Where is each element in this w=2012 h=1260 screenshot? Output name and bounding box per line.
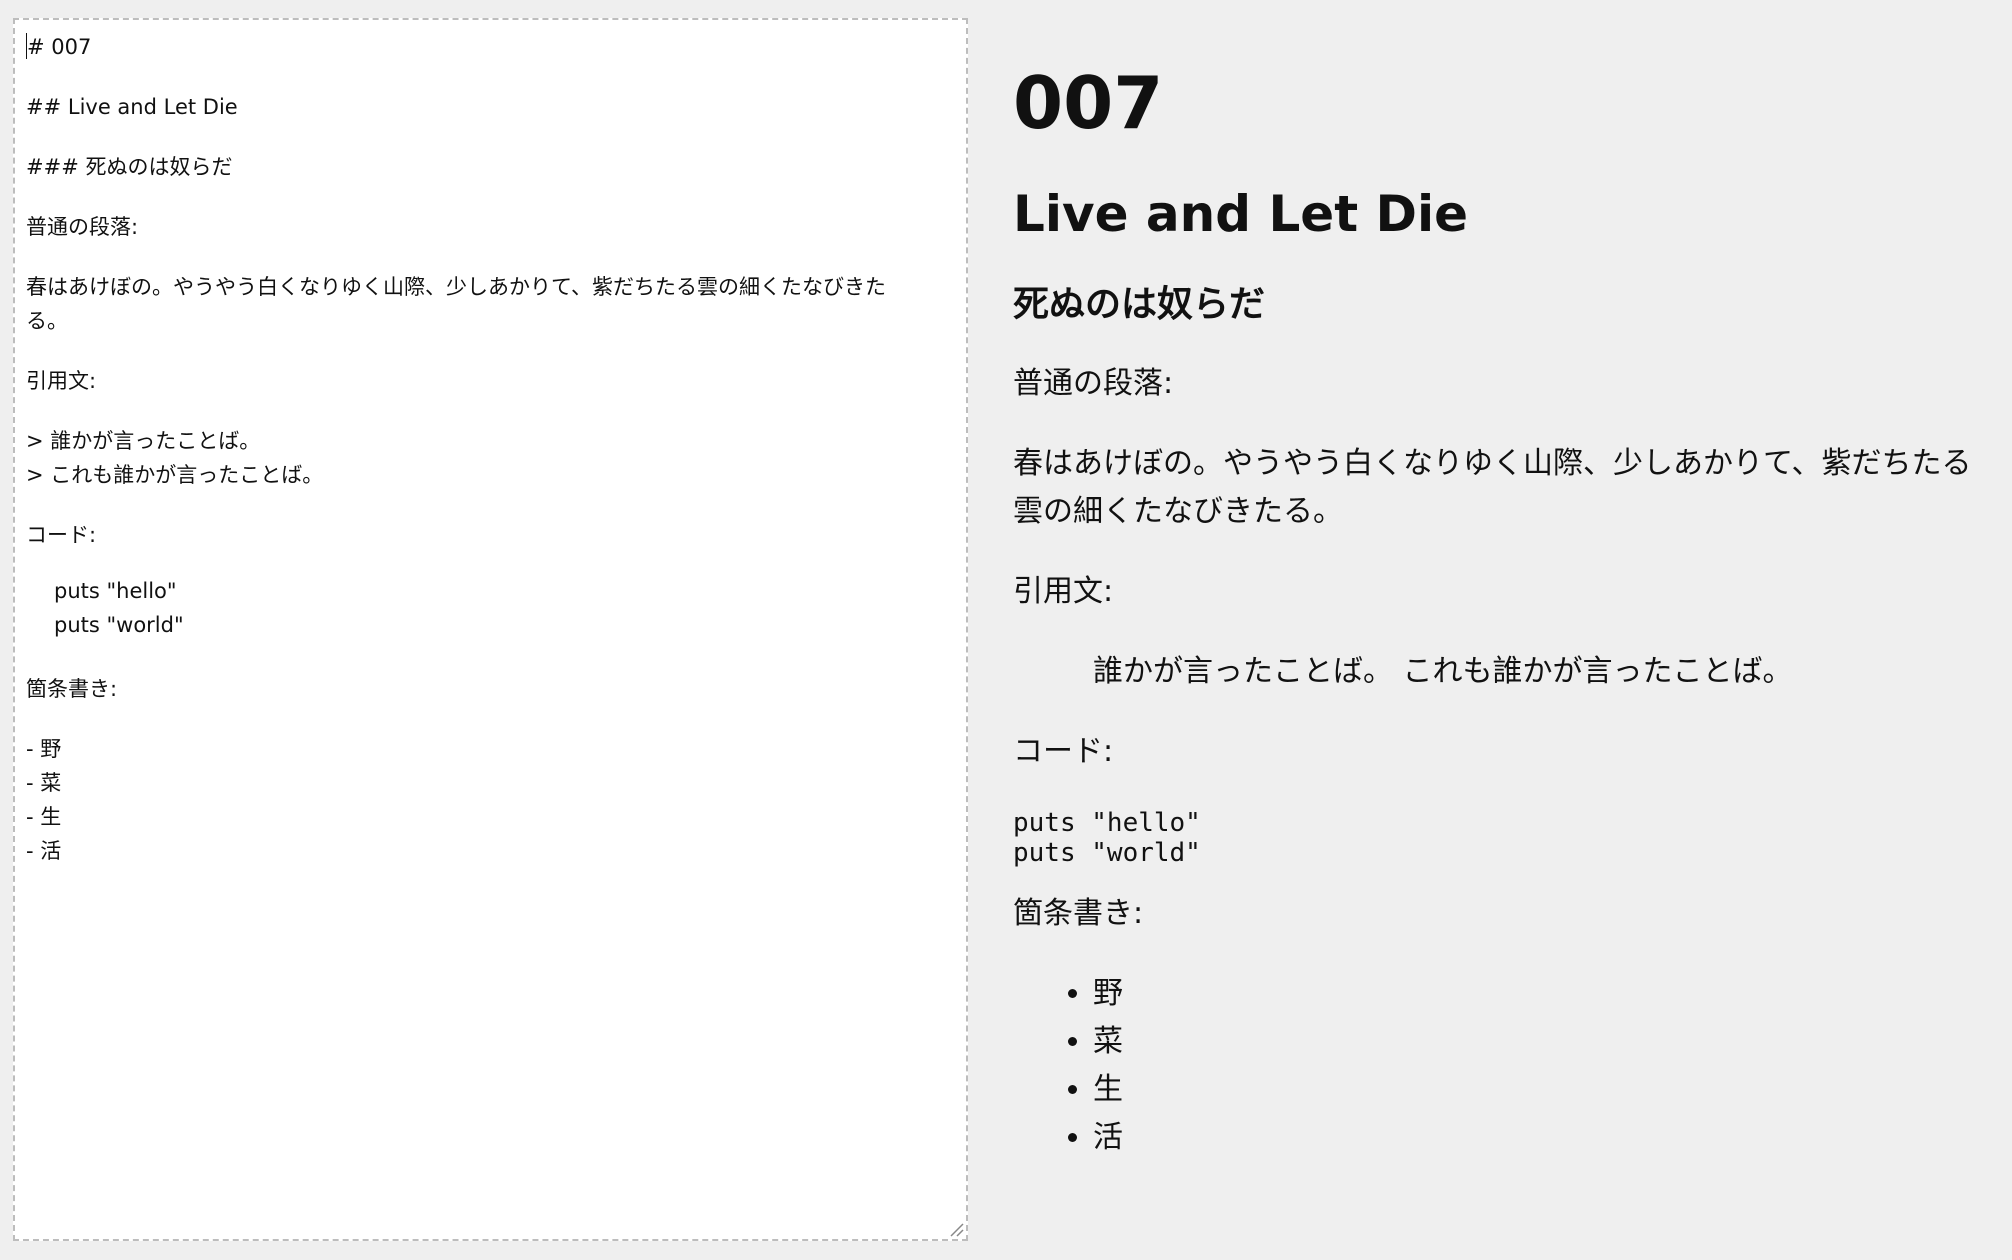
- editor-line-h1: # 007: [26, 30, 955, 64]
- preview-para-label: 普通の段落:: [1013, 366, 1174, 401]
- editor-line-list-label: 箇条書き:: [26, 677, 118, 701]
- preview-bullet-list: 野 菜 生 活: [1013, 970, 1988, 1162]
- editor-line-quote-1: > 誰かが言ったことば。: [26, 429, 261, 453]
- preview-quote-label: 引用文:: [1013, 574, 1114, 609]
- editor-line-list-item: - 菜: [26, 771, 62, 795]
- editor-line-list-item: - 生: [26, 805, 62, 829]
- resize-grip-icon[interactable]: [948, 1221, 964, 1237]
- preview-code-block: puts "hello" puts "world": [1013, 808, 1201, 868]
- editor-line-code-2: puts "world": [54, 613, 184, 637]
- preview-code-label: コード:: [1013, 734, 1114, 769]
- editor-line-list-item: - 活: [26, 839, 62, 863]
- editor-line-h1-text: # 007: [27, 35, 92, 59]
- preview-heading-1: 007: [1013, 61, 1164, 145]
- editor-line-code-1: puts "hello": [54, 579, 177, 603]
- editor-line-quote-2: > これも誰かが言ったことば。: [26, 463, 324, 487]
- editor-line-h3: ### 死ぬのは奴らだ: [26, 155, 233, 179]
- preview-paragraph: 春はあけぼの。やうやう白くなりゆく山際、少しあかりて、紫だちたる雲の細くたなびき…: [1013, 446, 1972, 529]
- editor-line-para-label: 普通の段落:: [26, 215, 139, 239]
- editor-line-paragraph: 春はあけぼの。やうやう白くなりゆく山際、少しあかりて、紫だちたる雲の細くたなびき…: [26, 275, 886, 333]
- preview-heading-2: Live and Let Die: [1013, 185, 1469, 243]
- list-item: 野: [1093, 970, 1988, 1018]
- editor-line-h2: ## Live and Let Die: [26, 95, 238, 119]
- list-item: 生: [1093, 1066, 1988, 1114]
- list-item: 菜: [1093, 1018, 1988, 1066]
- preview-list-label: 箇条書き:: [1013, 896, 1144, 931]
- preview-blockquote: 誰かが言ったことば。 これも誰かが言ったことば。: [1093, 654, 1793, 689]
- editor-line-code-label: コード:: [26, 523, 97, 547]
- preview-heading-3: 死ぬのは奴らだ: [1013, 284, 1266, 325]
- editor-line-list-item: - 野: [26, 737, 62, 761]
- markdown-preview: 007 Live and Let Die 死ぬのは奴らだ 普通の段落: 春はあけ…: [1013, 40, 1988, 1240]
- list-item: 活: [1093, 1114, 1988, 1162]
- editor-line-quote-label: 引用文:: [26, 369, 97, 393]
- markdown-editor[interactable]: # 007 ## Live and Let Die ### 死ぬのは奴らだ 普通…: [13, 18, 968, 1241]
